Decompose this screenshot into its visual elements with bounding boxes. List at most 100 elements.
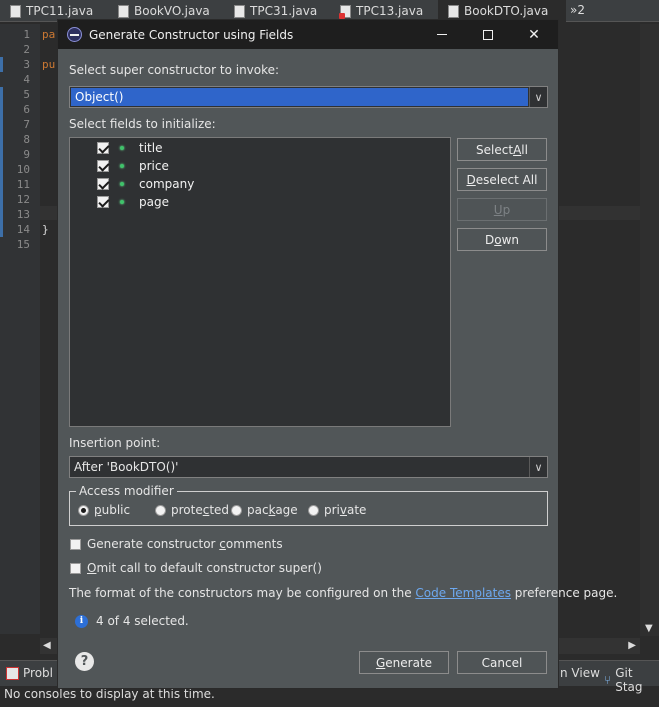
mnemonic: U (493, 202, 503, 217)
dialog-title: Generate Constructor using Fields (89, 27, 294, 42)
field-checkbox[interactable] (97, 160, 109, 172)
list-item[interactable]: page (70, 193, 450, 211)
list-item[interactable]: price (70, 157, 450, 175)
field-checkbox[interactable] (97, 142, 109, 154)
super-constructor-select[interactable]: Object() ∨ (69, 86, 548, 108)
view-tab[interactable]: n View (560, 666, 600, 680)
radio-button[interactable] (155, 504, 166, 516)
line-number-gutter: 1 2 3 4 5 6 7 8 9 10 11 12 13 14 15 (0, 24, 40, 634)
checkbox-label: Generate constructor comments (87, 537, 283, 551)
scroll-right-icon[interactable]: ▶ (628, 640, 636, 651)
button-label: ll (521, 142, 528, 157)
generate-comments-option[interactable]: Generate constructor comments (70, 537, 283, 551)
info-icon: i (75, 614, 88, 628)
close-button[interactable]: ✕ (511, 20, 557, 49)
down-button[interactable]: Do wn (457, 228, 547, 251)
java-file-icon (448, 4, 459, 18)
line-number: 3 (23, 58, 30, 71)
list-item[interactable]: company (70, 175, 450, 193)
insertion-point-select[interactable]: After 'BookDTO()' ∨ (69, 456, 548, 478)
scroll-down-icon[interactable]: ▼ (645, 623, 653, 634)
change-marker (0, 87, 3, 237)
radio-private[interactable]: private (308, 503, 366, 517)
field-icon (120, 200, 124, 204)
chevron-down-icon: ∨ (529, 457, 547, 477)
radio-label: package (247, 503, 298, 517)
scroll-left-icon[interactable]: ◀ (43, 640, 51, 651)
radio-package[interactable]: package (231, 503, 298, 517)
java-file-icon (10, 4, 21, 18)
field-checkbox[interactable] (97, 196, 109, 208)
line-number: 12 (16, 193, 30, 206)
radio-label: protected (171, 503, 230, 517)
omit-super-checkbox[interactable] (70, 562, 81, 574)
radio-button[interactable] (78, 504, 89, 516)
field-name: title (139, 141, 163, 155)
status-text: 4 of 4 selected. (96, 614, 189, 628)
editor-vertical-scrollbar[interactable]: ▼ (640, 24, 659, 636)
radio-label: private (324, 503, 367, 517)
fields-list[interactable]: title price company page (69, 137, 451, 427)
mnemonic: A (513, 142, 522, 157)
mnemonic: G (375, 655, 386, 670)
git-staging-tab[interactable]: ⑂ Git Stag (604, 666, 659, 694)
git-icon: ⑂ (604, 673, 612, 687)
line-number: 15 (16, 238, 30, 251)
deselect-all-button[interactable]: Deselect All (457, 168, 547, 191)
radio-protected[interactable]: protected (155, 503, 229, 517)
button-label: p (502, 202, 511, 217)
minimize-button[interactable] (419, 20, 465, 49)
generate-constructor-dialog: Generate Constructor using Fields ✕ Sele… (57, 19, 617, 689)
tab-overflow-button[interactable]: »2 (570, 3, 585, 17)
console-empty-message: No consoles to display at this time. (4, 687, 215, 701)
select-all-button[interactable]: Select All (457, 138, 547, 161)
selection-status: i 4 of 4 selected. (75, 614, 189, 628)
generate-button[interactable]: Generate (359, 651, 449, 674)
generate-comments-checkbox[interactable] (70, 538, 81, 550)
problems-tab-label: Probl (23, 666, 53, 680)
super-constructor-value: Object() (71, 88, 528, 106)
code-line[interactable]: pa (42, 28, 55, 41)
code-line[interactable]: } (42, 223, 49, 236)
minimize-icon (437, 34, 447, 35)
super-constructor-label: Select super constructor to invoke: (69, 63, 280, 77)
cancel-button[interactable]: Cancel (457, 651, 547, 674)
java-file-icon (234, 4, 245, 18)
editor-tab-label: BookDTO.java (464, 4, 549, 18)
problems-icon (6, 666, 19, 680)
code-line[interactable]: pu (42, 58, 55, 71)
field-name: price (139, 159, 169, 173)
line-number: 4 (23, 73, 30, 86)
line-number: 9 (23, 148, 30, 161)
code-templates-link[interactable]: Code Templates (415, 586, 511, 600)
field-checkbox[interactable] (97, 178, 109, 190)
help-icon[interactable]: ? (75, 652, 94, 671)
maximize-icon (483, 29, 493, 40)
radio-public[interactable]: public (78, 503, 130, 517)
field-name: page (139, 195, 169, 209)
radio-button[interactable] (308, 504, 319, 516)
info-text: preference page. (510, 586, 618, 600)
line-number: 10 (16, 163, 30, 176)
omit-super-option[interactable]: Omit call to default constructor super() (70, 561, 322, 575)
list-item[interactable]: title (70, 139, 450, 157)
insertion-point-value: After 'BookDTO()' (74, 460, 179, 474)
access-modifier-legend: Access modifier (79, 484, 174, 498)
radio-button[interactable] (231, 504, 242, 516)
line-number: 8 (23, 133, 30, 146)
editor-tab-label: TPC13.java (356, 4, 424, 18)
line-number: 1 (23, 28, 30, 41)
problems-tab[interactable]: Probl (6, 666, 53, 680)
editor-tab-label: TPC31.java (250, 4, 318, 18)
line-number: 2 (23, 43, 30, 56)
maximize-button[interactable] (465, 20, 511, 49)
chevron-down-icon: ∨ (529, 87, 547, 107)
up-button[interactable]: Up (457, 198, 547, 221)
dialog-title-bar[interactable]: Generate Constructor using Fields ✕ (58, 20, 558, 49)
checkbox-label: Omit call to default constructor super() (87, 561, 322, 575)
field-icon (120, 146, 124, 150)
git-staging-tab-label: Git Stag (615, 666, 643, 694)
line-number: 13 (16, 208, 30, 221)
line-number: 6 (23, 103, 30, 116)
view-tab-label: n View (560, 666, 600, 680)
